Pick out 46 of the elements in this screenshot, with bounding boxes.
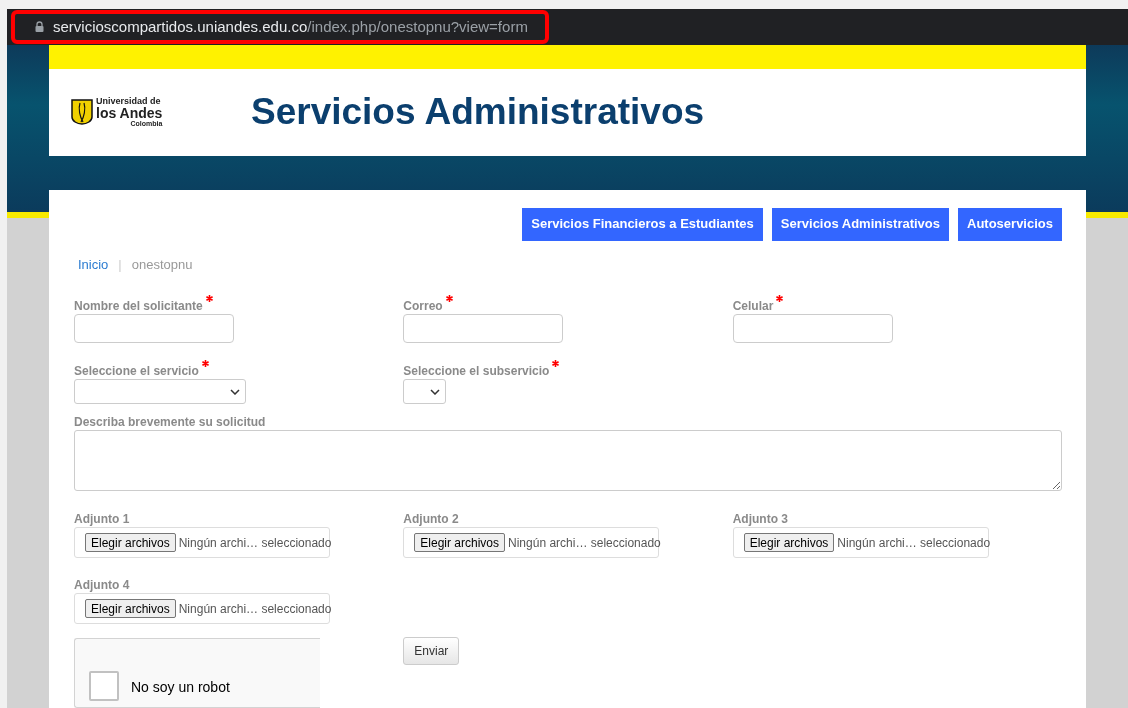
- file-input[interactable]: Elegir archivos Ningún archi… seleccionado: [74, 527, 330, 558]
- file-status: Ningún archi… seleccionado: [178, 600, 332, 618]
- choose-files-button[interactable]: Elegir archivos: [85, 533, 176, 552]
- file-input[interactable]: Elegir archivos Ningún archi… seleccionado: [74, 593, 330, 624]
- logo-text: Universidad de: [96, 97, 162, 106]
- file-input[interactable]: Elegir archivos Ningún archi… seleccionado: [403, 527, 660, 558]
- breadcrumb-link[interactable]: Inicio: [78, 254, 109, 274]
- nav-button[interactable]: Servicios Financieros a Estudiantes: [522, 207, 763, 241]
- university-logo-icon: [71, 99, 93, 125]
- site-title: Servicios Administrativos: [251, 90, 705, 135]
- file-status: Ningún archi… seleccionado: [837, 534, 991, 552]
- choose-files-button[interactable]: Elegir archivos: [414, 533, 506, 552]
- choose-files-button[interactable]: Elegir archivos: [743, 533, 835, 552]
- field-label: Seleccione el servicio: [74, 363, 199, 380]
- file-status: Ningún archi… seleccionado: [508, 534, 661, 552]
- field-label: Adjunto 4: [74, 577, 130, 594]
- breadcrumb-separator: |: [118, 255, 122, 274]
- nav-button[interactable]: Autoservicios: [958, 207, 1062, 241]
- breadcrumb-current: onestopnu: [131, 255, 193, 274]
- description-field[interactable]: [74, 430, 1062, 491]
- captcha-label: No soy un robot: [131, 678, 230, 697]
- field-label: Adjunto 1: [74, 511, 130, 528]
- lock-icon: [35, 21, 44, 33]
- logo-text: los Andes: [96, 106, 163, 120]
- submit-button[interactable]: Enviar: [403, 637, 460, 665]
- text-field[interactable]: [732, 314, 893, 343]
- nav-button[interactable]: Servicios Administrativos: [771, 207, 949, 241]
- field-label: Adjunto 2: [403, 511, 459, 528]
- address-bar[interactable]: servicioscompartidos.uniandes.edu.co/index.php/onestopnu?view=form: [11, 9, 549, 44]
- select-field[interactable]: [403, 379, 447, 404]
- text-field[interactable]: [74, 314, 234, 343]
- choose-files-button[interactable]: Elegir archivos: [85, 599, 176, 618]
- field-label: Adjunto 3: [732, 511, 788, 528]
- field-label: Celular: [732, 298, 774, 315]
- chevron-down-icon: [230, 388, 240, 395]
- select-field[interactable]: [74, 379, 246, 404]
- field-label: Correo: [403, 298, 443, 315]
- text-field[interactable]: [403, 314, 564, 343]
- field-label: Describa brevemente su solicitud: [74, 414, 266, 431]
- captcha-checkbox[interactable]: [89, 671, 119, 701]
- file-status: Ningún archi… seleccionado: [178, 534, 332, 552]
- file-input[interactable]: Elegir archivos Ningún archi… seleccionado: [732, 527, 989, 558]
- field-label: Nombre del solicitante: [74, 298, 203, 315]
- url-text: servicioscompartidos.uniandes.edu.co/index.php/onestopnu?view=form: [53, 16, 528, 37]
- field-label: Seleccione el subservicio: [403, 363, 550, 380]
- chevron-down-icon: [430, 388, 441, 395]
